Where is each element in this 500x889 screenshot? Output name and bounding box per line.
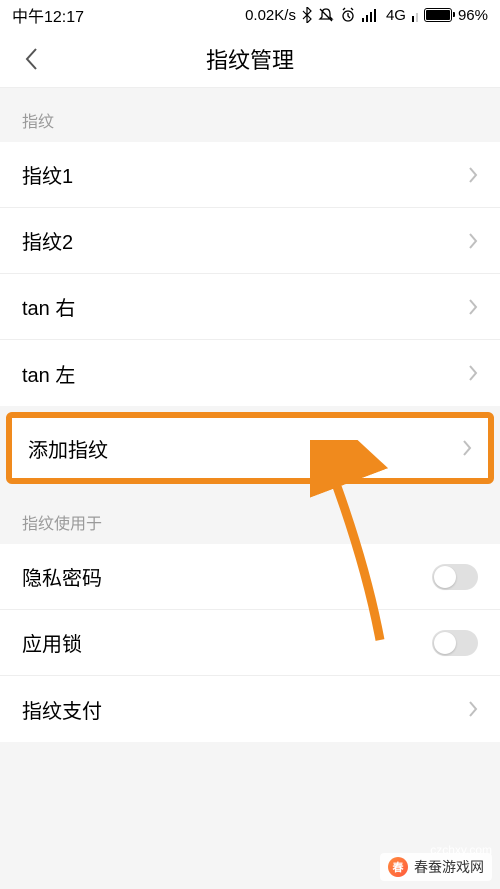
add-fingerprint-label: 添加指纹 [28,434,108,463]
header: 指纹管理 [0,30,500,88]
fingerprint-pay-item[interactable]: 指纹支付 [0,676,500,742]
status-speed: 0.02K/s [245,7,296,24]
alarm-icon [340,7,356,23]
fingerprint-label: tan 左 [22,359,75,388]
chevron-right-icon [468,364,478,382]
privacy-password-item[interactable]: 隐私密码 [0,544,500,610]
fingerprint-item[interactable]: tan 右 [0,274,500,340]
status-time: 中午12:17 [12,3,84,27]
fingerprint-label: 指纹1 [22,160,73,189]
chevron-right-icon [468,298,478,316]
section-label-fingerprints: 指纹 [0,88,500,142]
chevron-right-icon [468,700,478,718]
chevron-right-icon [468,166,478,184]
watermark-text: 春蚕游戏网 [414,857,484,877]
fingerprint-item[interactable]: 指纹1 [0,142,500,208]
add-fingerprint-item[interactable]: 添加指纹 [12,418,488,478]
chevron-right-icon [468,232,478,250]
dnd-icon [318,7,334,23]
app-lock-item[interactable]: 应用锁 [0,610,500,676]
signal-icon-2 [412,8,418,22]
app-lock-label: 应用锁 [22,628,82,657]
annotation-highlight: 添加指纹 [6,412,494,484]
bluetooth-icon [302,7,312,23]
chevron-right-icon [462,439,472,457]
signal-icon [362,8,380,22]
status-bar: 中午12:17 0.02K/s 4G 96% [0,0,500,30]
chevron-left-icon [24,47,38,71]
fingerprint-item[interactable]: 指纹2 [0,208,500,274]
app-lock-toggle[interactable] [432,630,478,656]
back-button[interactable] [16,44,46,74]
status-right: 0.02K/s 4G 96% [245,7,488,24]
status-battery: 96% [458,7,488,24]
fingerprint-item[interactable]: tan 左 [0,340,500,406]
watermark-logo-icon: 春 [388,857,408,877]
status-network: 4G [386,7,406,24]
battery-icon [424,8,452,22]
fingerprint-label: 指纹2 [22,226,73,255]
fingerprint-pay-label: 指纹支付 [22,695,102,724]
section-label-usage: 指纹使用于 [0,490,500,544]
page-title: 指纹管理 [0,43,500,75]
fingerprint-label: tan 右 [22,292,75,321]
privacy-password-label: 隐私密码 [22,562,102,591]
watermark: 春 春蚕游戏网 [380,853,492,881]
privacy-password-toggle[interactable] [432,564,478,590]
